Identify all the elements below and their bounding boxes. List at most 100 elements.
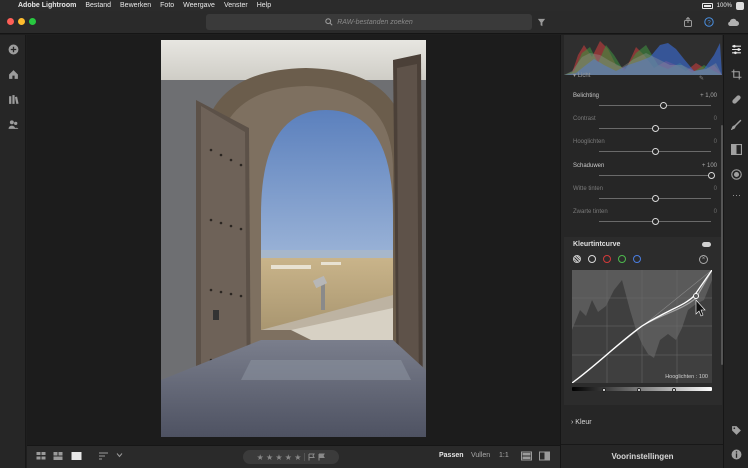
light-section-header[interactable]: ▾ Licht — [573, 72, 590, 79]
rating-flag-control[interactable]: ★ ★ ★ ★ ★ — [243, 450, 339, 464]
bottom-toolbar: ★ ★ ★ ★ ★ Passen Vullen 1:1 — [27, 445, 560, 468]
healing-icon[interactable] — [730, 93, 743, 106]
region-handle-shadows[interactable] — [602, 388, 606, 392]
search-input[interactable]: RAW-bestanden zoeken — [206, 14, 532, 30]
info-icon[interactable] — [730, 448, 743, 461]
tone-curve-graph[interactable]: Hooglichten : 100 — [572, 270, 712, 383]
add-photos-icon[interactable] — [6, 42, 20, 56]
color-section-header[interactable]: › Kleur — [571, 419, 592, 426]
home-icon[interactable] — [6, 67, 20, 81]
zoom-window-button[interactable] — [29, 18, 36, 25]
menu-item-venster[interactable]: Venster — [224, 2, 248, 9]
slider-value[interactable]: 0 — [714, 139, 717, 145]
curve-reset-icon[interactable]: × — [699, 255, 708, 264]
photo-doorway[interactable] — [161, 40, 426, 437]
fit-view-button[interactable]: Passen — [439, 452, 464, 459]
chevron-down-icon[interactable] — [116, 452, 123, 460]
search-placeholder: RAW-bestanden zoeken — [337, 18, 413, 26]
slider-value[interactable]: + 100 — [702, 163, 717, 169]
close-window-button[interactable] — [7, 18, 14, 25]
region-handle-midtones[interactable] — [637, 388, 641, 392]
menu-item-weergave[interactable]: Weergave — [183, 2, 215, 9]
curve-toggle-switch[interactable] — [702, 242, 711, 247]
library-icon[interactable] — [6, 92, 20, 106]
slider-row: Hooglichten 0 — [573, 139, 717, 161]
menu-item-help[interactable]: Help — [257, 2, 271, 9]
channel-red-icon[interactable] — [603, 255, 611, 263]
compare-icon[interactable] — [521, 451, 532, 463]
app-window: Adobe Lightroom Bestand Bewerken Foto We… — [0, 0, 748, 468]
slider-track[interactable] — [599, 175, 711, 176]
slider-row: Zwarte tinten 0 — [573, 209, 717, 231]
rating-divider — [304, 453, 306, 461]
histogram — [564, 35, 722, 75]
slider-knob[interactable] — [651, 195, 659, 202]
square-grid-icon[interactable] — [36, 451, 46, 463]
channel-white-icon[interactable] — [588, 255, 596, 263]
parametric-curve-icon[interactable] — [573, 255, 581, 263]
share-icon[interactable] — [681, 15, 695, 29]
before-after-icon[interactable] — [539, 451, 550, 463]
detail-view-icon[interactable] — [71, 451, 82, 463]
slider-value[interactable]: 0 — [714, 209, 717, 215]
one-to-one-button[interactable]: 1:1 — [499, 452, 509, 459]
curve-readout: Hooglichten : 100 — [665, 374, 708, 380]
slider-row: Contrast 0 — [573, 116, 717, 138]
photo-canvas[interactable] — [27, 35, 560, 445]
brush-icon[interactable] — [730, 118, 743, 131]
presets-button[interactable]: Voorinstellingen — [561, 444, 724, 468]
star-rating[interactable]: ★ ★ ★ ★ ★ — [257, 453, 302, 462]
slider-value[interactable]: 0 — [714, 116, 717, 122]
curve-region-slider[interactable] — [572, 387, 712, 391]
light-section-title: Licht — [577, 73, 591, 79]
battery-percent: 100% — [716, 2, 732, 9]
channel-blue-icon[interactable] — [633, 255, 641, 263]
filter-icon[interactable] — [534, 15, 548, 29]
radial-gradient-icon[interactable] — [730, 168, 743, 181]
photo-grid-icon[interactable] — [53, 451, 63, 463]
slider-label: Contrast — [573, 116, 596, 122]
slider-knob[interactable] — [659, 102, 667, 109]
slider-value[interactable]: 0 — [714, 186, 717, 192]
flag-pick-icon[interactable] — [308, 453, 316, 461]
help-icon[interactable]: ? — [702, 15, 716, 29]
minimize-window-button[interactable] — [18, 18, 25, 25]
slider-value[interactable]: + 1,00 — [700, 93, 717, 99]
more-icon[interactable]: ··· — [730, 188, 743, 201]
menu-app-name[interactable]: Adobe Lightroom — [18, 2, 76, 9]
crop-icon[interactable] — [730, 68, 743, 81]
sort-icon[interactable] — [98, 451, 109, 463]
slider-row: Schaduwen + 100 — [573, 163, 717, 185]
menu-item-bewerken[interactable]: Bewerken — [120, 2, 151, 9]
slider-knob[interactable] — [651, 148, 659, 155]
slider-track[interactable] — [599, 105, 711, 106]
chevron-right-icon: › — [571, 419, 574, 426]
menu-item-foto[interactable]: Foto — [160, 2, 174, 9]
tag-icon[interactable] — [730, 424, 743, 437]
slider-knob[interactable] — [707, 172, 715, 179]
edit-panel: ✎ ▾ Licht Belichting + 1,00 Contrast 0 Hoogl… — [560, 35, 724, 468]
chevron-down-icon: ▾ — [573, 73, 577, 79]
battery-icon[interactable] — [701, 2, 713, 9]
slider-label: Witte tinten — [573, 186, 604, 192]
region-handle-highlights[interactable] — [672, 388, 676, 392]
tone-curve-title: Kleurtintcurve — [573, 241, 621, 248]
slider-row: Belichting + 1,00 — [573, 93, 717, 115]
slider-knob[interactable] — [651, 218, 659, 225]
menu-item-bestand[interactable]: Bestand — [85, 2, 111, 9]
color-section-title: Kleur — [575, 419, 592, 426]
channel-green-icon[interactable] — [618, 255, 626, 263]
cloud-sync-icon[interactable] — [726, 15, 740, 29]
auto-icon[interactable]: ✎ — [699, 75, 704, 82]
edit-sliders-icon[interactable] — [730, 43, 743, 56]
slider-knob[interactable] — [651, 125, 659, 132]
slider-label: Belichting — [573, 93, 600, 99]
search-icon — [325, 18, 333, 26]
fill-view-button[interactable]: Vullen — [471, 452, 490, 459]
linear-gradient-icon[interactable] — [730, 143, 743, 156]
control-center-icon[interactable] — [736, 1, 744, 10]
slider-row: Witte tinten 0 — [573, 186, 717, 208]
tone-curve-section: Kleurtintcurve × Hooglichten: 100 — [564, 237, 722, 405]
flag-reject-icon[interactable] — [318, 453, 326, 461]
people-icon[interactable] — [6, 117, 20, 131]
